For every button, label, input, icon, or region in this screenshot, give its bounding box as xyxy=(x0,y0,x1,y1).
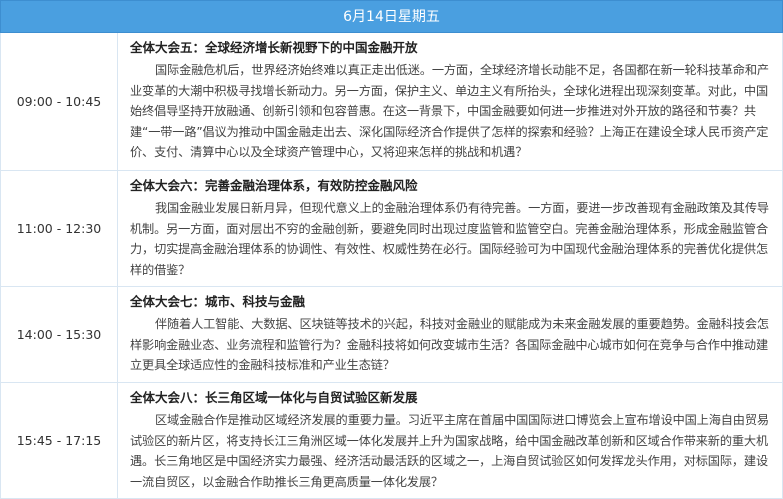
session-title: 全体大会五：全球经济增长新视野下的中国金融开放 xyxy=(130,40,418,55)
day-header: 6月14日星期五 xyxy=(0,0,783,33)
session-description: 伴随着人工智能、大数据、区块链等技术的兴起，科技对金融业的赋能成为未来金融发展的… xyxy=(130,317,769,372)
session-title: 全体大会七：城市、科技与金融 xyxy=(130,294,306,309)
session-description: 区域金融合作是推动区域经济发展的重要力量。习近平主席在首届中国国际进口博览会上宣… xyxy=(130,413,769,489)
session-row: 09:00 - 10:45 全体大会五：全球经济增长新视野下的中国金融开放 国际… xyxy=(0,33,783,171)
session-content: 全体大会八：长三角区域一体化与自贸试验区新发展 区域金融合作是推动区域经济发展的… xyxy=(118,383,782,498)
session-title: 全体大会六：完善金融治理体系，有效防控金融风险 xyxy=(130,178,418,193)
session-description: 国际金融危机后，世界经济始终难以真正走出低迷。一方面，全球经济增长动能不足，各国… xyxy=(130,63,769,159)
session-content: 全体大会七：城市、科技与金融 伴随着人工智能、大数据、区块链等技术的兴起，科技对… xyxy=(118,287,782,382)
session-time: 14:00 - 15:30 xyxy=(1,287,118,382)
session-row: 15:45 - 17:15 全体大会八：长三角区域一体化与自贸试验区新发展 区域… xyxy=(0,383,783,499)
session-time: 11:00 - 12:30 xyxy=(1,171,118,286)
session-content: 全体大会五：全球经济增长新视野下的中国金融开放 国际金融危机后，世界经济始终难以… xyxy=(118,33,782,170)
schedule-table: 6月14日星期五 09:00 - 10:45 全体大会五：全球经济增长新视野下的… xyxy=(0,0,783,499)
session-row: 11:00 - 12:30 全体大会六：完善金融治理体系，有效防控金融风险 我国… xyxy=(0,171,783,287)
session-content: 全体大会六：完善金融治理体系，有效防控金融风险 我国金融业发展日新月异，但现代意… xyxy=(118,171,782,286)
session-title: 全体大会八：长三角区域一体化与自贸试验区新发展 xyxy=(130,390,418,405)
session-description: 我国金融业发展日新月异，但现代意义上的金融治理体系仍有待完善。一方面，要进一步改… xyxy=(130,201,769,277)
session-row: 14:00 - 15:30 全体大会七：城市、科技与金融 伴随着人工智能、大数据… xyxy=(0,287,783,383)
session-time: 09:00 - 10:45 xyxy=(1,33,118,170)
session-time: 15:45 - 17:15 xyxy=(1,383,118,498)
